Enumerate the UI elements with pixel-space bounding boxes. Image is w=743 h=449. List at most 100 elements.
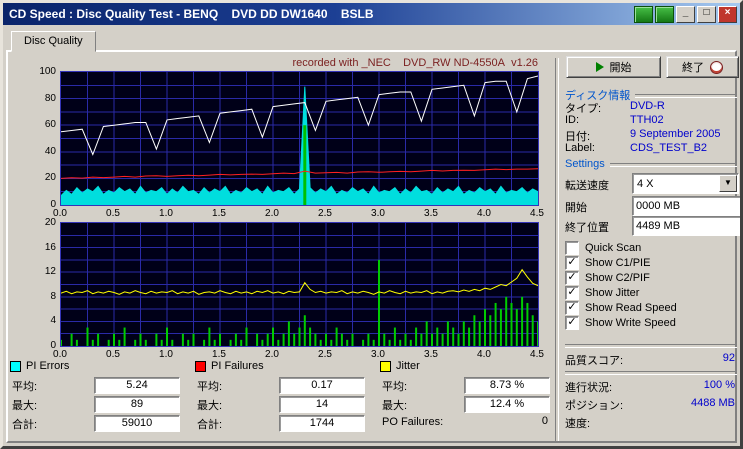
axis-tick-label: 4.0 [477, 349, 491, 360]
app-chart-icon[interactable] [634, 5, 653, 23]
stats-panel-pi-failures: PI Failures 平均: 0.17 最大: 14 合計: 1744 [193, 360, 371, 442]
end-position-input[interactable] [632, 216, 740, 236]
checkbox[interactable] [565, 241, 579, 255]
stat-row-label: PO Failures: [382, 416, 444, 428]
series-color-swatch [380, 360, 391, 372]
stat-row-label: 合計: [12, 419, 38, 431]
checkbox-row-show-c1-pie: ✓ Show C1/PIE [565, 256, 650, 270]
stats-panel-title: PI Errors [26, 360, 70, 372]
axis-tick-label: 80 [44, 92, 56, 104]
stats-panel-header: PI Errors [10, 360, 69, 372]
axis-tick-label: 0.5 [106, 349, 120, 360]
exit-button[interactable]: 終了 [666, 56, 739, 78]
disc-info-row-value: CDS_TEST_B2 [630, 142, 708, 154]
disc-info-row-value: 9 September 2005 [630, 128, 721, 140]
axis-tick-label: 1.5 [212, 349, 226, 360]
stat-row-label: 合計: [197, 419, 223, 431]
stats-panel-title: Jitter [396, 360, 420, 372]
start-button[interactable]: 開始 [566, 56, 661, 78]
settings-title: Settings [565, 158, 605, 170]
axis-tick-label: 3.0 [371, 349, 385, 360]
stat-row-value: 0 [541, 415, 548, 427]
speed-label: 転送速度 [565, 180, 609, 192]
disc-info-row-label: ID: [565, 114, 580, 126]
progress-row-value: 4488 MB [690, 397, 735, 409]
window-controls: _ □ × [634, 5, 740, 23]
checkbox[interactable]: ✓ [565, 301, 579, 315]
axis-tick-label: 2.0 [265, 208, 279, 219]
axis-tick-label: 1.5 [212, 208, 226, 219]
maximize-button[interactable]: □ [697, 5, 716, 23]
stat-row-value: 12.4 % [464, 396, 550, 413]
pi-errors-speed-chart [60, 71, 539, 206]
checkbox-label: Show C1/PIE [585, 257, 651, 269]
titlebar[interactable]: CD Speed : Disc Quality Test - BENQ DVD … [3, 3, 740, 25]
axis-tick-label: 2.5 [318, 349, 332, 360]
stat-row-value: 5.24 [94, 377, 180, 394]
axis-tick-label: 20 [44, 172, 56, 184]
stat-row-value: 1744 [279, 415, 365, 432]
play-icon [595, 62, 604, 72]
axis-tick-label: 4.5 [530, 208, 544, 219]
axis-tick-label: 40 [44, 145, 56, 157]
minimize-button[interactable]: _ [676, 5, 695, 23]
end-position-label: 終了位置 [565, 222, 609, 234]
close-button[interactable]: × [718, 5, 737, 23]
stat-row-value: 8.73 % [464, 377, 550, 394]
stat-row-label: 平均: [197, 381, 223, 393]
speed-select-value: 4 X [637, 177, 654, 190]
stat-row-value: 14 [279, 396, 365, 413]
checkbox[interactable]: ✓ [565, 316, 579, 330]
stat-row-value: 89 [94, 396, 180, 413]
stat-row-label: 平均: [382, 381, 408, 393]
progress-row-label: 速度: [565, 418, 591, 430]
start-offset-input[interactable] [632, 196, 740, 216]
stats-panel-title: PI Failures [211, 360, 264, 372]
app-window: CD Speed : Disc Quality Test - BENQ DVD … [0, 0, 743, 449]
axis-tick-label: 100 [39, 66, 56, 77]
checkbox-label: Show Jitter [585, 287, 640, 299]
recorded-with-label: recorded with _NEC DVD_RW ND-4550A v1.26 [292, 57, 538, 69]
settings-header: Settings [565, 158, 737, 170]
stats-panel-jitter: Jitter 平均: 8.73 % 最大: 12.4 % PO Failures: 0 [378, 360, 556, 442]
checkbox-label: Show Write Speed [585, 317, 676, 329]
progress-row-label: ポジション: [565, 400, 624, 412]
axis-tick-label: 0.5 [106, 208, 120, 219]
axis-tick-label: 4 [50, 315, 56, 327]
start-button-label: 開始 [609, 62, 632, 74]
app-drive-icon[interactable] [655, 5, 674, 23]
axis-tick-label: 1.0 [159, 208, 173, 219]
checkbox-row-show-read-speed: ✓ Show Read Speed [565, 301, 677, 315]
checkbox-label: Quick Scan [585, 242, 642, 254]
checkbox-row-show-jitter: ✓ Show Jitter [565, 286, 639, 300]
chevron-down-icon[interactable]: ▼ [719, 175, 737, 192]
start-offset-label: 開始 [565, 202, 587, 214]
axis-tick-label: 1.0 [159, 349, 173, 360]
axis-tick-label: 4.5 [530, 349, 544, 360]
disc-info-row-value: DVD-R [630, 100, 665, 112]
stat-row-value: 0.17 [279, 377, 365, 394]
axis-tick-label: 2.5 [318, 208, 332, 219]
axis-tick-label: 0.0 [53, 349, 67, 360]
speed-select[interactable]: 4 X ▼ [632, 173, 739, 194]
checkbox-row-show-c2-pif: ✓ Show C2/PIF [565, 271, 650, 285]
checkbox-label: Show C2/PIF [585, 272, 650, 284]
separator [565, 344, 737, 348]
quality-score-label: 品質スコア: [565, 355, 624, 367]
axis-tick-label: 3.5 [424, 349, 438, 360]
axis-tick-label: 8 [50, 290, 56, 302]
disc-info-row-label: Label: [565, 142, 595, 154]
axis-tick-label: 16 [44, 241, 56, 253]
checkbox[interactable]: ✓ [565, 256, 579, 270]
progress-row-value: 100 % [703, 379, 735, 391]
checkbox-row-show-write-speed: ✓ Show Write Speed [565, 316, 676, 330]
checkbox[interactable]: ✓ [565, 271, 579, 285]
checkbox[interactable]: ✓ [565, 286, 579, 300]
stats-panel-header: PI Failures [195, 360, 264, 372]
tab-disc-quality[interactable]: Disc Quality [11, 31, 96, 52]
axis-tick-label: 20 [44, 217, 56, 228]
window-title: CD Speed : Disc Quality Test - BENQ DVD … [9, 7, 374, 21]
separator [565, 371, 737, 375]
stats-panel-pi-errors: PI Errors 平均: 5.24 最大: 89 合計: 59010 [8, 360, 186, 442]
series-color-swatch [10, 360, 21, 372]
